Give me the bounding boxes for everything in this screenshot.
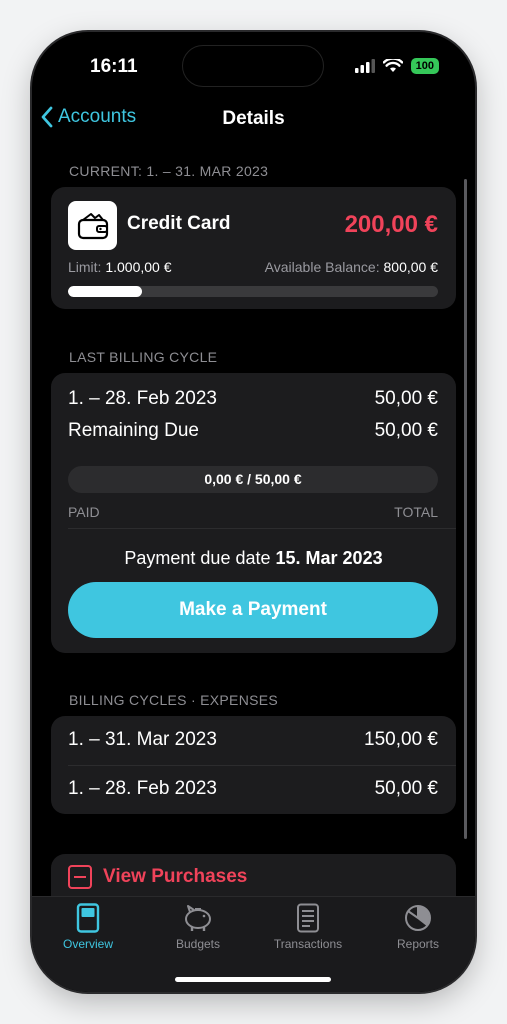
cycle-period: 1. – 28. Feb 2023 xyxy=(68,778,217,799)
available-text: Available Balance: 800,00 € xyxy=(265,259,438,275)
wifi-icon xyxy=(382,59,403,72)
cycle-amount: 50,00 € xyxy=(374,778,438,799)
due-prefix: Payment due date xyxy=(124,548,271,568)
available-value: 800,00 € xyxy=(383,259,439,275)
last-cycle-period: 1. – 28. Feb 2023 xyxy=(68,388,217,409)
last-cycle-section-label: LAST BILLING CYCLE xyxy=(69,349,218,365)
dynamic-island xyxy=(182,45,324,87)
make-payment-button[interactable]: Make a Payment xyxy=(68,582,438,638)
cycles-card: 1. – 31. Mar 2023 150,00 € 1. – 28. Feb … xyxy=(51,716,456,814)
due-date: 15. Mar 2023 xyxy=(275,548,383,568)
tab-reports[interactable]: Reports xyxy=(368,903,468,951)
cycles-section-label: BILLING CYCLES · EXPENSES xyxy=(69,692,279,708)
signal-icon xyxy=(354,59,375,73)
cycle-period: 1. – 31. Mar 2023 xyxy=(68,729,217,750)
status-icons: 100 xyxy=(354,58,439,74)
tab-label: Transactions xyxy=(273,937,343,951)
screen: 16:11 100 Accounts Details CURRENT: 1. –… xyxy=(32,32,475,992)
pie-chart-icon xyxy=(405,905,431,931)
view-purchases-label: View Purchases xyxy=(103,866,248,887)
page-title: Details xyxy=(222,108,285,129)
scrollbar[interactable] xyxy=(464,179,467,839)
card-icon xyxy=(76,903,100,933)
home-indicator[interactable] xyxy=(175,977,331,982)
tab-budgets[interactable]: Budgets xyxy=(148,903,248,951)
cycle-amount: 150,00 € xyxy=(364,729,438,750)
limit-text: Limit: 1.000,00 € xyxy=(68,259,172,275)
remaining-due-amount: 50,00 € xyxy=(374,420,438,441)
divider xyxy=(68,528,456,529)
last-cycle-amount: 50,00 € xyxy=(374,388,438,409)
current-section-label: CURRENT: 1. – 31. MAR 2023 xyxy=(69,163,269,179)
phone-frame: 16:11 100 Accounts Details CURRENT: 1. –… xyxy=(32,32,475,992)
nav-bar: Accounts Details xyxy=(32,106,475,146)
list-item[interactable]: 1. – 28. Feb 2023 50,00 € xyxy=(51,765,456,814)
payment-progress: 0,00 € / 50,00 € xyxy=(68,466,438,493)
receipt-icon xyxy=(297,903,319,933)
tab-label: Overview xyxy=(62,937,113,951)
tab-overview[interactable]: Overview xyxy=(38,903,138,951)
tab-label: Budgets xyxy=(175,937,221,951)
piggy-bank-icon xyxy=(185,905,211,931)
paid-label: PAID xyxy=(68,504,100,520)
limit-label: Limit: xyxy=(68,259,102,275)
current-amount: 200,00 € xyxy=(344,211,438,238)
wallet-icon xyxy=(68,201,117,250)
limit-value: 1.000,00 € xyxy=(105,259,172,275)
minus-square-icon xyxy=(68,865,92,889)
available-label: Available Balance: xyxy=(264,259,380,275)
payment-due-text: Payment due date 15. Mar 2023 xyxy=(51,548,456,569)
battery-icon: 100 xyxy=(410,58,439,74)
tab-bar: Overview Budgets Transactions Reports xyxy=(32,896,475,992)
tab-transactions[interactable]: Transactions xyxy=(258,903,358,951)
total-label: TOTAL xyxy=(394,504,438,520)
last-cycle-card: 1. – 28. Feb 2023 50,00 € Remaining Due … xyxy=(51,373,456,653)
account-name: Credit Card xyxy=(127,213,231,234)
usage-bar-fill xyxy=(68,286,142,297)
usage-bar xyxy=(68,286,438,297)
status-time: 16:11 xyxy=(90,56,138,77)
list-item[interactable]: 1. – 31. Mar 2023 150,00 € xyxy=(51,716,456,766)
tab-label: Reports xyxy=(396,937,440,951)
current-card[interactable]: Credit Card 200,00 € Limit: 1.000,00 € A… xyxy=(51,187,456,309)
remaining-due-label: Remaining Due xyxy=(68,420,199,441)
